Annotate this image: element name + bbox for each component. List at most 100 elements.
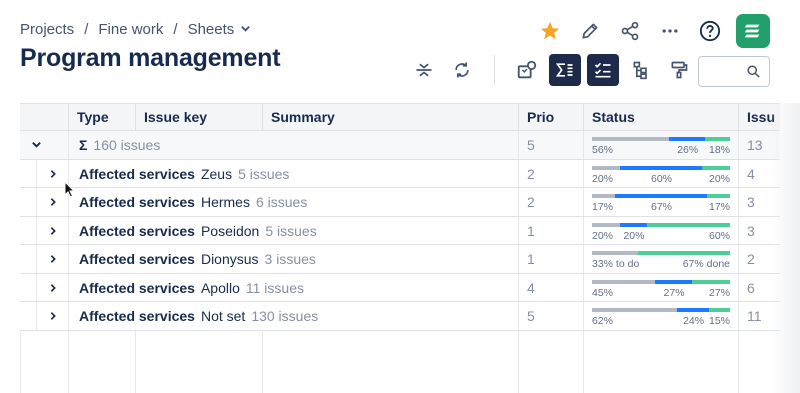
status-percent-label: 15% xyxy=(708,315,730,327)
group-cell: Affected services Not set 130 issues xyxy=(68,302,518,330)
group-field-label: Affected services xyxy=(79,194,195,210)
status-bar-segment xyxy=(702,165,730,170)
status-percent-label: 26% xyxy=(677,144,699,156)
status-percent-label: 17% xyxy=(592,201,614,213)
pencil-icon[interactable] xyxy=(576,17,604,45)
prio-value: 2 xyxy=(518,188,583,216)
grid-header: Type Issue key Summary Prio Status Issu xyxy=(20,103,780,131)
toolbar xyxy=(408,54,695,86)
prio-value: 1 xyxy=(518,245,583,273)
prio-value: 4 xyxy=(518,273,583,302)
search-input[interactable] xyxy=(698,56,770,87)
group-field-value: Hermes xyxy=(200,194,250,210)
group-row[interactable]: Affected services Poseidon 5 issues 1 20% 2… xyxy=(20,216,780,245)
sigma-icon: Σ xyxy=(79,137,88,153)
collapse-expand-icon[interactable] xyxy=(408,54,440,86)
group-field-value: Zeus xyxy=(200,165,233,182)
mouse-cursor-icon xyxy=(64,180,76,203)
more-icon[interactable] xyxy=(656,17,684,45)
refresh-icon[interactable] xyxy=(446,54,478,86)
status-percent-label: 27% xyxy=(663,286,685,299)
group-row[interactable]: Affected services Zeus 5 issues 2 20% 60% 20… xyxy=(20,159,780,188)
chevron-right-icon[interactable] xyxy=(36,302,68,330)
chevron-right-icon[interactable] xyxy=(36,273,68,302)
star-icon[interactable] xyxy=(536,17,564,45)
prio-value: 2 xyxy=(518,159,583,188)
summary-label: Σ 160 issues xyxy=(68,131,518,159)
status-bar-segment xyxy=(669,137,706,141)
chevron-right-icon[interactable] xyxy=(36,216,68,245)
breadcrumb: Projects / Fine work / Sheets xyxy=(20,21,251,38)
group-row[interactable]: Affected services Hermes 6 issues 2 17% 67%… xyxy=(20,188,780,217)
status-bar-segment xyxy=(706,194,730,198)
status-bar-segment xyxy=(692,279,730,284)
status-progress: 62% 24% 15% xyxy=(583,302,738,330)
column-header-status[interactable]: Status xyxy=(583,104,738,131)
group-issue-count: 3 issues xyxy=(264,251,316,267)
checklist-icon[interactable] xyxy=(587,54,619,86)
chevron-down-icon[interactable] xyxy=(20,131,52,159)
chevron-down-icon[interactable] xyxy=(240,23,251,37)
status-bar-segment xyxy=(592,137,670,141)
group-issue-count: 11 issues xyxy=(245,279,304,296)
group-cell: Affected services Poseidon 5 issues xyxy=(68,216,518,245)
status-bar-segment xyxy=(615,194,707,198)
prio-value: 1 xyxy=(518,216,583,245)
status-bar-segment xyxy=(709,308,730,312)
status-percent-label: 20% xyxy=(708,172,730,185)
group-cell: Affected services Dionysus 3 issues xyxy=(68,245,518,273)
column-header-type[interactable]: Type xyxy=(68,104,135,131)
breadcrumb-fine-work[interactable]: Fine work xyxy=(98,21,163,38)
group-issue-count: 130 issues xyxy=(251,308,319,324)
status-bar-segment xyxy=(637,251,730,255)
app-logo-icon[interactable] xyxy=(736,14,770,48)
share-icon[interactable] xyxy=(616,17,644,45)
top-actions xyxy=(536,14,770,48)
status-percent-label: 60% xyxy=(651,172,673,185)
status-percent-label: 20% xyxy=(592,229,614,242)
status-percent-label: 67% done xyxy=(682,258,730,270)
status-bar-segment xyxy=(705,137,730,141)
group-field-value: Dionysus xyxy=(200,251,259,267)
column-header-prio[interactable]: Prio xyxy=(518,104,583,131)
status-bar-segment xyxy=(592,165,620,170)
search-icon xyxy=(746,64,761,84)
breadcrumb-separator: / xyxy=(84,21,89,38)
page-title: Program management xyxy=(20,44,281,72)
paint-roller-icon[interactable] xyxy=(663,54,695,86)
group-field-label: Affected services xyxy=(79,251,195,267)
group-row[interactable]: Affected services Apollo 11 issues 4 45% 27… xyxy=(20,273,780,302)
status-percent-label: 17% xyxy=(708,201,730,213)
status-percent-label: 27% xyxy=(708,286,730,299)
shapes-icon[interactable] xyxy=(511,54,543,86)
group-row[interactable]: Affected services Not set 130 issues 5 62%… xyxy=(20,302,780,331)
prio-value: 5 xyxy=(518,131,583,159)
status-percent-label: 20% xyxy=(623,229,645,242)
breadcrumb-sheets[interactable]: Sheets xyxy=(188,21,235,38)
help-icon[interactable] xyxy=(696,17,724,45)
status-progress: 17% 67% 17% xyxy=(583,188,738,216)
breadcrumb-projects[interactable]: Projects xyxy=(20,21,74,38)
status-bar-segment xyxy=(619,165,703,170)
group-field-label: Affected services xyxy=(79,279,195,296)
prio-value: 5 xyxy=(518,302,583,330)
status-bar-segment xyxy=(592,279,655,284)
column-header-summary[interactable]: Summary xyxy=(262,104,518,131)
column-header-issue-key[interactable]: Issue key xyxy=(135,104,262,131)
group-cell: Affected services Zeus 5 issues xyxy=(68,159,518,188)
sum-columns-icon[interactable] xyxy=(549,54,581,86)
status-progress: 33% to do 67% done xyxy=(583,245,738,273)
chevron-right-icon[interactable] xyxy=(36,245,68,273)
status-percent-label: 18% xyxy=(708,144,730,156)
status-percent-label: 24% xyxy=(683,315,705,327)
status-bar-segment xyxy=(676,308,710,312)
status-bar-segment xyxy=(592,194,616,198)
group-issue-count: 5 issues xyxy=(265,222,317,239)
status-bar-segment xyxy=(654,279,693,284)
group-field-label: Affected services xyxy=(79,222,195,239)
group-row[interactable]: Affected services Dionysus 3 issues 1 33% … xyxy=(20,245,780,274)
status-bar-segment xyxy=(619,222,648,227)
issue-grid: Type Issue key Summary Prio Status Issu … xyxy=(20,103,780,393)
hierarchy-icon[interactable] xyxy=(625,54,657,86)
status-progress: 20% 60% 20% xyxy=(583,159,738,188)
